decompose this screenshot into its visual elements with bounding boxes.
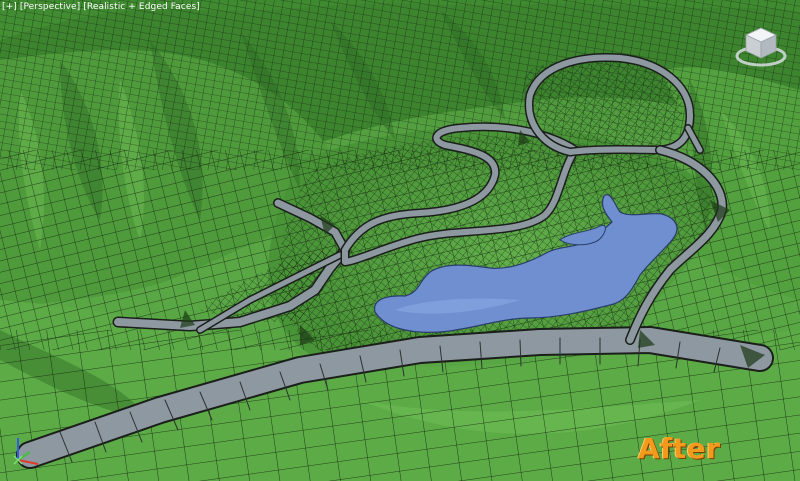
after-caption: After — [638, 432, 721, 465]
viewport-plus-menu[interactable]: [+] — [2, 2, 17, 12]
viewport-view-menu[interactable]: [Perspective] — [20, 2, 80, 12]
xyz-axis-tripod-icon — [13, 438, 39, 465]
perspective-viewport[interactable]: [+] [Perspective] [Realistic + Edged Fac… — [0, 0, 800, 481]
terrain-wireframe-scene[interactable] — [0, 0, 800, 481]
viewport-label-menu[interactable]: [+] [Perspective] [Realistic + Edged Fac… — [2, 2, 200, 13]
viewcube-icon[interactable] — [732, 22, 790, 68]
viewport-shading-menu[interactable]: [Realistic + Edged Faces] — [83, 2, 200, 12]
